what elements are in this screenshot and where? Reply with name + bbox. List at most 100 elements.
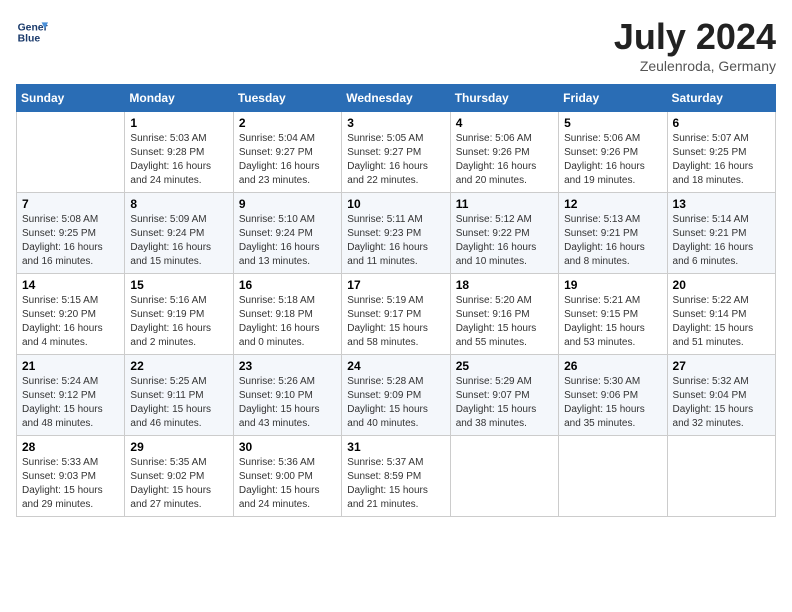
day-number: 11 (456, 197, 553, 211)
weekday-header-saturday: Saturday (667, 85, 775, 112)
calendar-cell: 10Sunrise: 5:11 AMSunset: 9:23 PMDayligh… (342, 193, 450, 274)
day-number: 29 (130, 440, 227, 454)
svg-text:Blue: Blue (18, 34, 41, 45)
day-info: Sunrise: 5:15 AMSunset: 9:20 PMDaylight:… (22, 294, 119, 350)
day-number: 21 (22, 359, 119, 373)
weekday-header-friday: Friday (559, 85, 667, 112)
day-number: 3 (347, 116, 444, 130)
calendar-cell (17, 112, 125, 193)
weekday-header-thursday: Thursday (450, 85, 558, 112)
weekday-header-sunday: Sunday (17, 85, 125, 112)
day-info: Sunrise: 5:26 AMSunset: 9:10 PMDaylight:… (239, 375, 336, 431)
calendar-cell: 24 Sunrise: 5:28 AMSunset: 9:09 PMDayligh… (342, 355, 450, 436)
day-info: Sunrise: 5:20 AMSunset: 9:16 PMDaylight:… (456, 294, 553, 350)
calendar-cell: 29 Sunrise: 5:35 AMSunset: 9:02 PMDayligh… (125, 436, 233, 517)
day-info: Sunrise: 5:10 AMSunset: 9:24 PMDaylight:… (239, 213, 336, 269)
day-info: Sunrise: 5:25 AMSunset: 9:11 PMDaylight:… (130, 375, 227, 431)
calendar-cell: 16 Sunrise: 5:18 AMSunset: 9:18 PMDayligh… (233, 274, 341, 355)
day-number: 15 (130, 278, 227, 292)
calendar-cell: 17 Sunrise: 5:19 AMSunset: 9:17 PMDayligh… (342, 274, 450, 355)
day-number: 27 (673, 359, 770, 373)
day-info: Sunrise: 5:37 AMSunset: 8:59 PMDaylight:… (347, 456, 444, 512)
day-info: Sunrise: 5:12 AMSunset: 9:22 PMDaylight:… (456, 213, 553, 269)
page-header: General Blue July 2024 Zeulenroda, Germa… (16, 16, 776, 74)
day-number: 23 (239, 359, 336, 373)
day-number: 4 (456, 116, 553, 130)
location-subtitle: Zeulenroda, Germany (614, 58, 776, 74)
calendar-cell: 20 Sunrise: 5:22 AMSunset: 9:14 PMDayligh… (667, 274, 775, 355)
calendar-cell: 18 Sunrise: 5:20 AMSunset: 9:16 PMDayligh… (450, 274, 558, 355)
day-info: Sunrise: 5:14 AMSunset: 9:21 PMDaylight:… (673, 213, 770, 269)
calendar-cell: 9 Sunrise: 5:10 AMSunset: 9:24 PMDaylight… (233, 193, 341, 274)
calendar-cell: 22 Sunrise: 5:25 AMSunset: 9:11 PMDayligh… (125, 355, 233, 436)
day-number: 20 (673, 278, 770, 292)
day-info: Sunrise: 5:35 AMSunset: 9:02 PMDaylight:… (130, 456, 227, 512)
weekday-header-row: SundayMondayTuesdayWednesdayThursdayFrid… (17, 85, 776, 112)
weekday-header-wednesday: Wednesday (342, 85, 450, 112)
day-number: 1 (130, 116, 227, 130)
logo-icon: General Blue (16, 16, 48, 48)
day-info: Sunrise: 5:28 AMSunset: 9:09 PMDaylight:… (347, 375, 444, 431)
calendar-cell: 30Sunrise: 5:36 AMSunset: 9:00 PMDayligh… (233, 436, 341, 517)
day-number: 14 (22, 278, 119, 292)
day-info: Sunrise: 5:06 AMSunset: 9:26 PMDaylight:… (456, 132, 553, 188)
day-info: Sunrise: 5:24 AMSunset: 9:12 PMDaylight:… (22, 375, 119, 431)
day-info: Sunrise: 5:03 AMSunset: 9:28 PMDaylight:… (130, 132, 227, 188)
calendar-cell: 12Sunrise: 5:13 AMSunset: 9:21 PMDayligh… (559, 193, 667, 274)
day-info: Sunrise: 5:07 AMSunset: 9:25 PMDaylight:… (673, 132, 770, 188)
day-number: 7 (22, 197, 119, 211)
calendar-week-row: 7 Sunrise: 5:08 AMSunset: 9:25 PMDaylight… (17, 193, 776, 274)
calendar-cell: 25Sunrise: 5:29 AMSunset: 9:07 PMDayligh… (450, 355, 558, 436)
calendar-cell: 27 Sunrise: 5:32 AMSunset: 9:04 PMDayligh… (667, 355, 775, 436)
day-number: 16 (239, 278, 336, 292)
day-number: 12 (564, 197, 661, 211)
logo: General Blue (16, 16, 52, 48)
day-info: Sunrise: 5:32 AMSunset: 9:04 PMDaylight:… (673, 375, 770, 431)
calendar-cell: 7 Sunrise: 5:08 AMSunset: 9:25 PMDaylight… (17, 193, 125, 274)
day-info: Sunrise: 5:33 AMSunset: 9:03 PMDaylight:… (22, 456, 119, 512)
day-number: 2 (239, 116, 336, 130)
day-number: 19 (564, 278, 661, 292)
calendar-cell: 19 Sunrise: 5:21 AMSunset: 9:15 PMDayligh… (559, 274, 667, 355)
day-number: 17 (347, 278, 444, 292)
day-info: Sunrise: 5:19 AMSunset: 9:17 PMDaylight:… (347, 294, 444, 350)
calendar-cell: 23 Sunrise: 5:26 AMSunset: 9:10 PMDayligh… (233, 355, 341, 436)
calendar-week-row: 21 Sunrise: 5:24 AMSunset: 9:12 PMDayligh… (17, 355, 776, 436)
calendar-cell: 8 Sunrise: 5:09 AMSunset: 9:24 PMDaylight… (125, 193, 233, 274)
calendar-cell: 31Sunrise: 5:37 AMSunset: 8:59 PMDayligh… (342, 436, 450, 517)
calendar-week-row: 14 Sunrise: 5:15 AMSunset: 9:20 PMDayligh… (17, 274, 776, 355)
calendar-cell: 3 Sunrise: 5:05 AMSunset: 9:27 PMDaylight… (342, 112, 450, 193)
day-number: 9 (239, 197, 336, 211)
month-title: July 2024 (614, 16, 776, 58)
day-number: 6 (673, 116, 770, 130)
day-info: Sunrise: 5:30 AMSunset: 9:06 PMDaylight:… (564, 375, 661, 431)
day-number: 22 (130, 359, 227, 373)
calendar-week-row: 28 Sunrise: 5:33 AMSunset: 9:03 PMDayligh… (17, 436, 776, 517)
day-info: Sunrise: 5:16 AMSunset: 9:19 PMDaylight:… (130, 294, 227, 350)
day-info: Sunrise: 5:08 AMSunset: 9:25 PMDaylight:… (22, 213, 119, 269)
calendar-cell: 11 Sunrise: 5:12 AMSunset: 9:22 PMDayligh… (450, 193, 558, 274)
calendar-cell: 28 Sunrise: 5:33 AMSunset: 9:03 PMDayligh… (17, 436, 125, 517)
calendar-cell: 2 Sunrise: 5:04 AMSunset: 9:27 PMDaylight… (233, 112, 341, 193)
calendar-cell (559, 436, 667, 517)
day-info: Sunrise: 5:29 AMSunset: 9:07 PMDaylight:… (456, 375, 553, 431)
day-number: 30 (239, 440, 336, 454)
day-number: 24 (347, 359, 444, 373)
day-info: Sunrise: 5:05 AMSunset: 9:27 PMDaylight:… (347, 132, 444, 188)
weekday-header-tuesday: Tuesday (233, 85, 341, 112)
title-section: July 2024 Zeulenroda, Germany (614, 16, 776, 74)
calendar-cell: 6 Sunrise: 5:07 AMSunset: 9:25 PMDaylight… (667, 112, 775, 193)
day-info: Sunrise: 5:18 AMSunset: 9:18 PMDaylight:… (239, 294, 336, 350)
calendar-table: SundayMondayTuesdayWednesdayThursdayFrid… (16, 84, 776, 517)
day-number: 5 (564, 116, 661, 130)
day-info: Sunrise: 5:04 AMSunset: 9:27 PMDaylight:… (239, 132, 336, 188)
day-info: Sunrise: 5:21 AMSunset: 9:15 PMDaylight:… (564, 294, 661, 350)
day-info: Sunrise: 5:09 AMSunset: 9:24 PMDaylight:… (130, 213, 227, 269)
calendar-cell: 26Sunrise: 5:30 AMSunset: 9:06 PMDayligh… (559, 355, 667, 436)
day-number: 13 (673, 197, 770, 211)
day-number: 18 (456, 278, 553, 292)
day-info: Sunrise: 5:22 AMSunset: 9:14 PMDaylight:… (673, 294, 770, 350)
calendar-cell (450, 436, 558, 517)
day-number: 8 (130, 197, 227, 211)
day-number: 28 (22, 440, 119, 454)
